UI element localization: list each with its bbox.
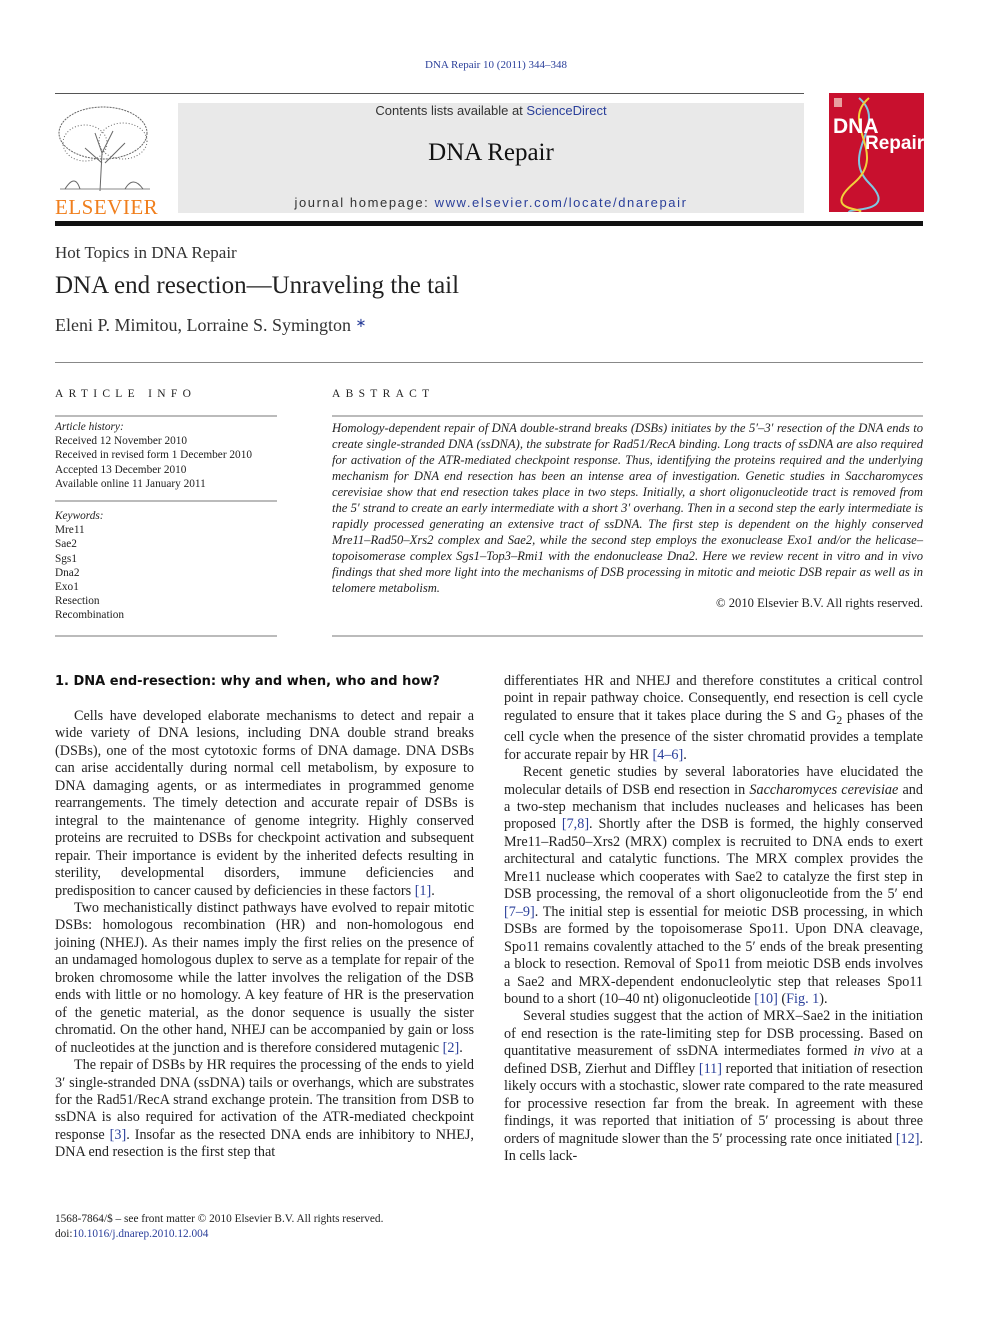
cover-title-repair: Repair <box>865 133 924 154</box>
text-run: Cells have developed elaborate mechanism… <box>55 708 474 899</box>
divider <box>332 415 923 417</box>
abstract-text: Homology-dependent repair of DNA double-… <box>332 421 923 595</box>
divider <box>55 93 804 94</box>
history-item: Received in revised form 1 December 2010 <box>55 449 252 462</box>
divider <box>55 500 277 502</box>
divider <box>55 415 277 417</box>
journal-citation[interactable]: DNA Repair 10 (2011) 344–348 <box>0 59 992 71</box>
citation-link[interactable]: [7,8] <box>562 816 589 832</box>
text-run: Saccharomyces cerevisiae <box>749 781 899 798</box>
contents-line: Contents lists available at ScienceDirec… <box>178 103 804 118</box>
sciencedirect-link[interactable]: ScienceDirect <box>526 103 606 118</box>
journal-cover: DNA Repair <box>829 93 924 212</box>
text-run: ). <box>819 990 828 1007</box>
doi-link[interactable]: 10.1016/j.dnarep.2010.12.004 <box>73 1228 209 1240</box>
abstract-copyright: © 2010 Elsevier B.V. All rights reserved… <box>716 596 923 610</box>
history-item: Available online 11 January 2011 <box>55 477 206 490</box>
elsevier-logo: ELSEVIER <box>55 103 159 219</box>
citation-link[interactable]: [2] <box>443 1040 460 1056</box>
body-paragraph: Several studies suggest that the action … <box>504 1008 923 1165</box>
article-info-heading: ARTICLE INFO <box>55 388 197 400</box>
divider <box>55 635 277 637</box>
text-run: in vivo <box>853 1043 895 1060</box>
history-item: Received 12 November 2010 <box>55 435 188 448</box>
citation-link[interactable]: [11] <box>699 1061 722 1077</box>
journal-title: DNA Repair <box>428 139 554 166</box>
citation-link[interactable]: [12] <box>896 1131 920 1147</box>
text-run: Two mechanistically distinct pathways ha… <box>55 899 474 1056</box>
header-divider <box>55 221 923 226</box>
authors: Eleni P. Mimitou, Lorraine S. Symington <box>55 315 351 335</box>
text-run: ( <box>777 990 787 1007</box>
keywords: Keywords: Mre11 Sae2 Sgs1 Dna2 Exo1 Rese… <box>55 509 124 623</box>
text-run: . The initial step is essential for meio… <box>504 903 923 1007</box>
homepage-label: journal homepage: <box>294 195 435 210</box>
text-run: . <box>431 882 435 899</box>
history-label: Article history: <box>55 421 124 433</box>
abstract-heading: ABSTRACT <box>332 388 435 400</box>
corresponding-author-mark[interactable]: ∗ <box>356 315 367 330</box>
citation-link[interactable]: [10] <box>754 991 778 1007</box>
citation-link[interactable]: Fig. 1 <box>786 991 819 1007</box>
contents-label: Contents lists available at <box>375 103 527 118</box>
keyword: Recombination <box>55 609 125 622</box>
front-matter-note: 1568-7864/$ – see front matter © 2010 El… <box>55 1213 384 1225</box>
doi-label: doi: <box>55 1228 73 1240</box>
text-run: . <box>683 746 687 763</box>
author-list: Eleni P. Mimitou, Lorraine S. Symington … <box>55 315 366 336</box>
divider <box>332 635 923 637</box>
homepage-link[interactable]: www.elsevier.com/locate/dnarepair <box>435 195 688 210</box>
keyword: Resection <box>55 595 100 608</box>
divider <box>55 362 923 363</box>
text-run: . <box>459 1039 463 1056</box>
citation-link[interactable]: [4–6] <box>653 747 684 763</box>
section-heading: 1. DNA end-resection: why and when, who … <box>55 674 440 689</box>
body-paragraph: The repair of DSBs by HR requires the pr… <box>55 1057 474 1162</box>
keyword: Dna2 <box>55 566 80 579</box>
citation-link[interactable]: [3] <box>110 1127 127 1143</box>
body-paragraph: Recent genetic studies by several labora… <box>504 764 923 1008</box>
keyword: Sgs1 <box>55 552 77 565</box>
body-paragraph: Two mechanistically distinct pathways ha… <box>55 900 474 1057</box>
publisher-wordmark: ELSEVIER <box>55 195 159 219</box>
keywords-label: Keywords: <box>55 510 104 522</box>
footer: 1568-7864/$ – see front matter © 2010 El… <box>55 1212 383 1242</box>
article-section: Hot Topics in DNA Repair <box>55 243 237 262</box>
body-paragraph: Cells have developed elaborate mechanism… <box>55 708 474 900</box>
elsevier-tree-icon <box>58 106 150 192</box>
article-history: Article history: Received 12 November 20… <box>55 420 252 491</box>
article-title: DNA end resection—Unraveling the tail <box>55 272 460 299</box>
body-column-right: differentiates HR and NHEJ and therefore… <box>504 673 923 1166</box>
keyword: Exo1 <box>55 581 79 594</box>
body-paragraph: differentiates HR and NHEJ and therefore… <box>504 673 923 764</box>
keyword: Sae2 <box>55 538 77 551</box>
keyword: Mre11 <box>55 524 85 537</box>
citation-link[interactable]: [1] <box>415 883 432 899</box>
history-item: Accepted 13 December 2010 <box>55 463 187 476</box>
doi-line: doi:10.1016/j.dnarep.2010.12.004 <box>55 1227 383 1242</box>
homepage-line: journal homepage: www.elsevier.com/locat… <box>178 195 804 210</box>
body-column-left: Cells have developed elaborate mechanism… <box>55 708 474 1162</box>
citation-link[interactable]: [7–9] <box>504 904 535 920</box>
